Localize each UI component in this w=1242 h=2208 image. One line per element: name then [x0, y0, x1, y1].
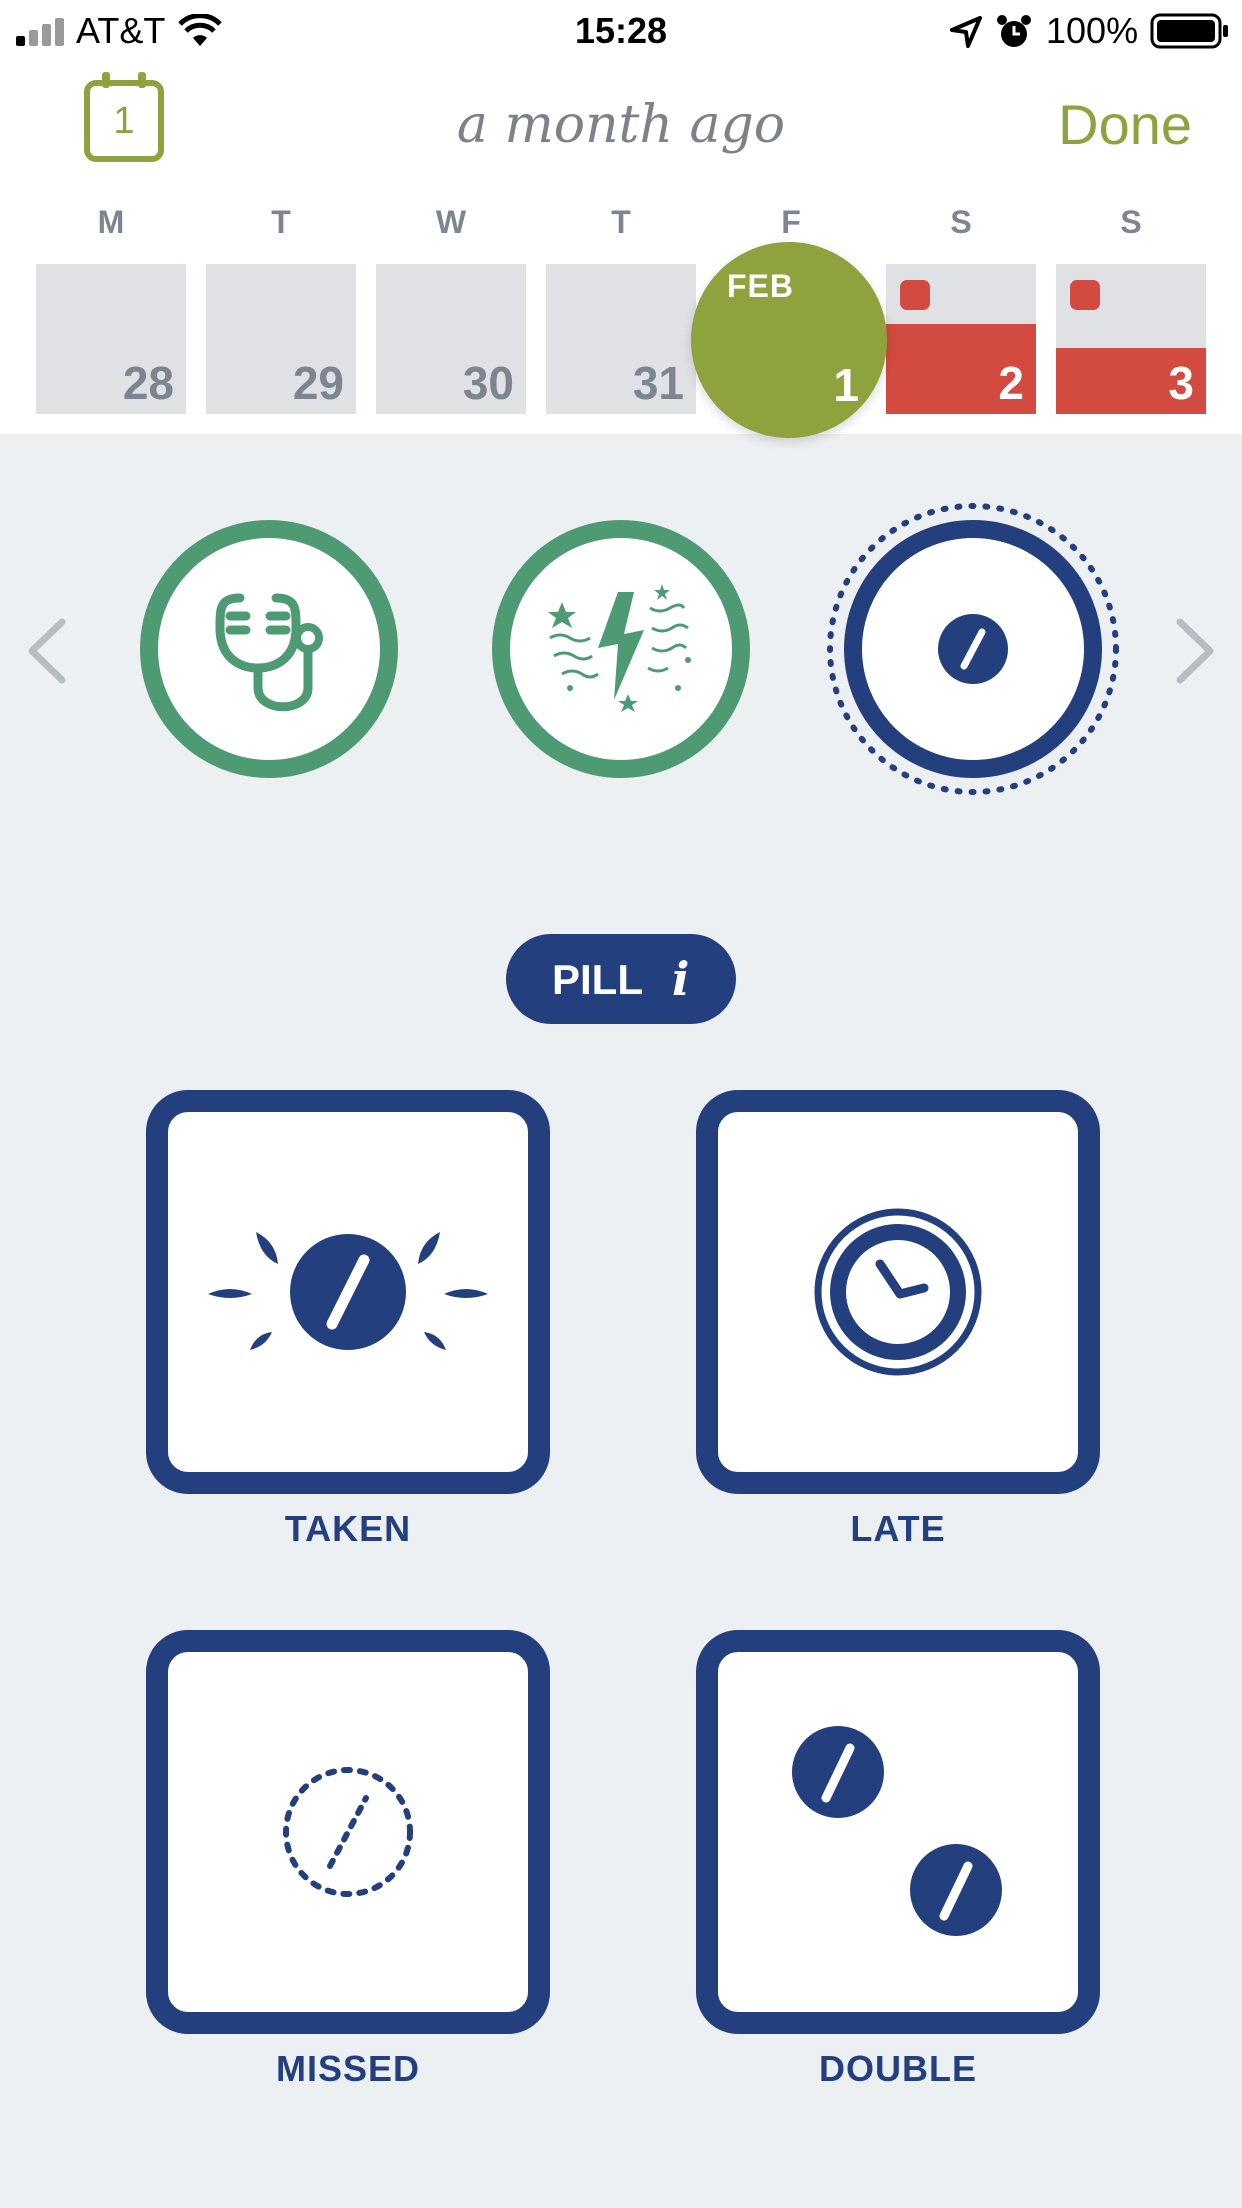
selected-month: FEB [727, 268, 794, 304]
weekday-mon: M [97, 204, 125, 240]
day-cell-period[interactable]: 2 [886, 264, 1036, 414]
page-title: a month ago [456, 95, 786, 155]
weekday-fri: F [781, 204, 801, 240]
pill-label: PILL [552, 956, 643, 1003]
burst-icon [548, 584, 691, 712]
status-bar: AT&T 15:28 100% [0, 0, 1242, 60]
day-number: 2 [998, 357, 1024, 409]
selected-day[interactable]: FEB 1 [691, 242, 887, 438]
period-flag-icon [900, 280, 930, 310]
day-number: 30 [462, 357, 514, 409]
pill-missed-icon [283, 1767, 413, 1897]
chevron-left-icon[interactable] [22, 616, 72, 686]
option-taken-label: TAKEN [284, 1508, 412, 1549]
pill-info-button[interactable]: PILL i [506, 934, 736, 1024]
option-missed-label: MISSED [275, 2048, 421, 2089]
day-cell-period[interactable]: 3 [1056, 264, 1206, 414]
weekday-thu: T [611, 204, 631, 240]
option-late-label: LATE [850, 1508, 946, 1549]
period-flag-icon [1070, 280, 1100, 310]
location-arrow-icon [950, 16, 982, 48]
clock-icon [814, 1208, 982, 1376]
weekday-sat: S [950, 204, 972, 240]
stethoscope-icon [215, 593, 323, 712]
category-doctor[interactable] [140, 520, 398, 778]
option-late[interactable] [696, 1090, 1100, 1494]
day-number: 3 [1168, 357, 1194, 409]
category-mood[interactable] [492, 520, 750, 778]
battery-icon [1150, 12, 1230, 50]
weekday-wed: W [435, 204, 467, 240]
day-cell[interactable]: 28 [36, 264, 186, 414]
day-cell[interactable]: 31 [546, 264, 696, 414]
selected-date: 1 [833, 359, 859, 411]
done-button[interactable]: Done [1058, 92, 1192, 157]
option-double-label: DOUBLE [819, 2048, 977, 2089]
day-cell[interactable]: 30 [376, 264, 526, 414]
option-double[interactable] [696, 1630, 1100, 2034]
double-pill-icon [792, 1726, 1002, 1936]
weekday-sun: S [1120, 204, 1142, 240]
alarm-icon [996, 14, 1032, 50]
day-number: 29 [292, 357, 344, 409]
info-icon: i [672, 952, 690, 1006]
pill-taken-icon [208, 1232, 488, 1350]
option-taken[interactable] [146, 1090, 550, 1494]
battery-percent: 100% [1046, 10, 1139, 51]
day-number: 31 [632, 357, 684, 409]
day-cell[interactable]: 29 [206, 264, 356, 414]
weekday-tue: T [271, 204, 291, 240]
selection-ring [826, 502, 1120, 796]
chevron-right-icon[interactable] [1170, 616, 1220, 686]
option-missed[interactable] [146, 1630, 550, 2034]
day-number: 28 [122, 357, 174, 409]
